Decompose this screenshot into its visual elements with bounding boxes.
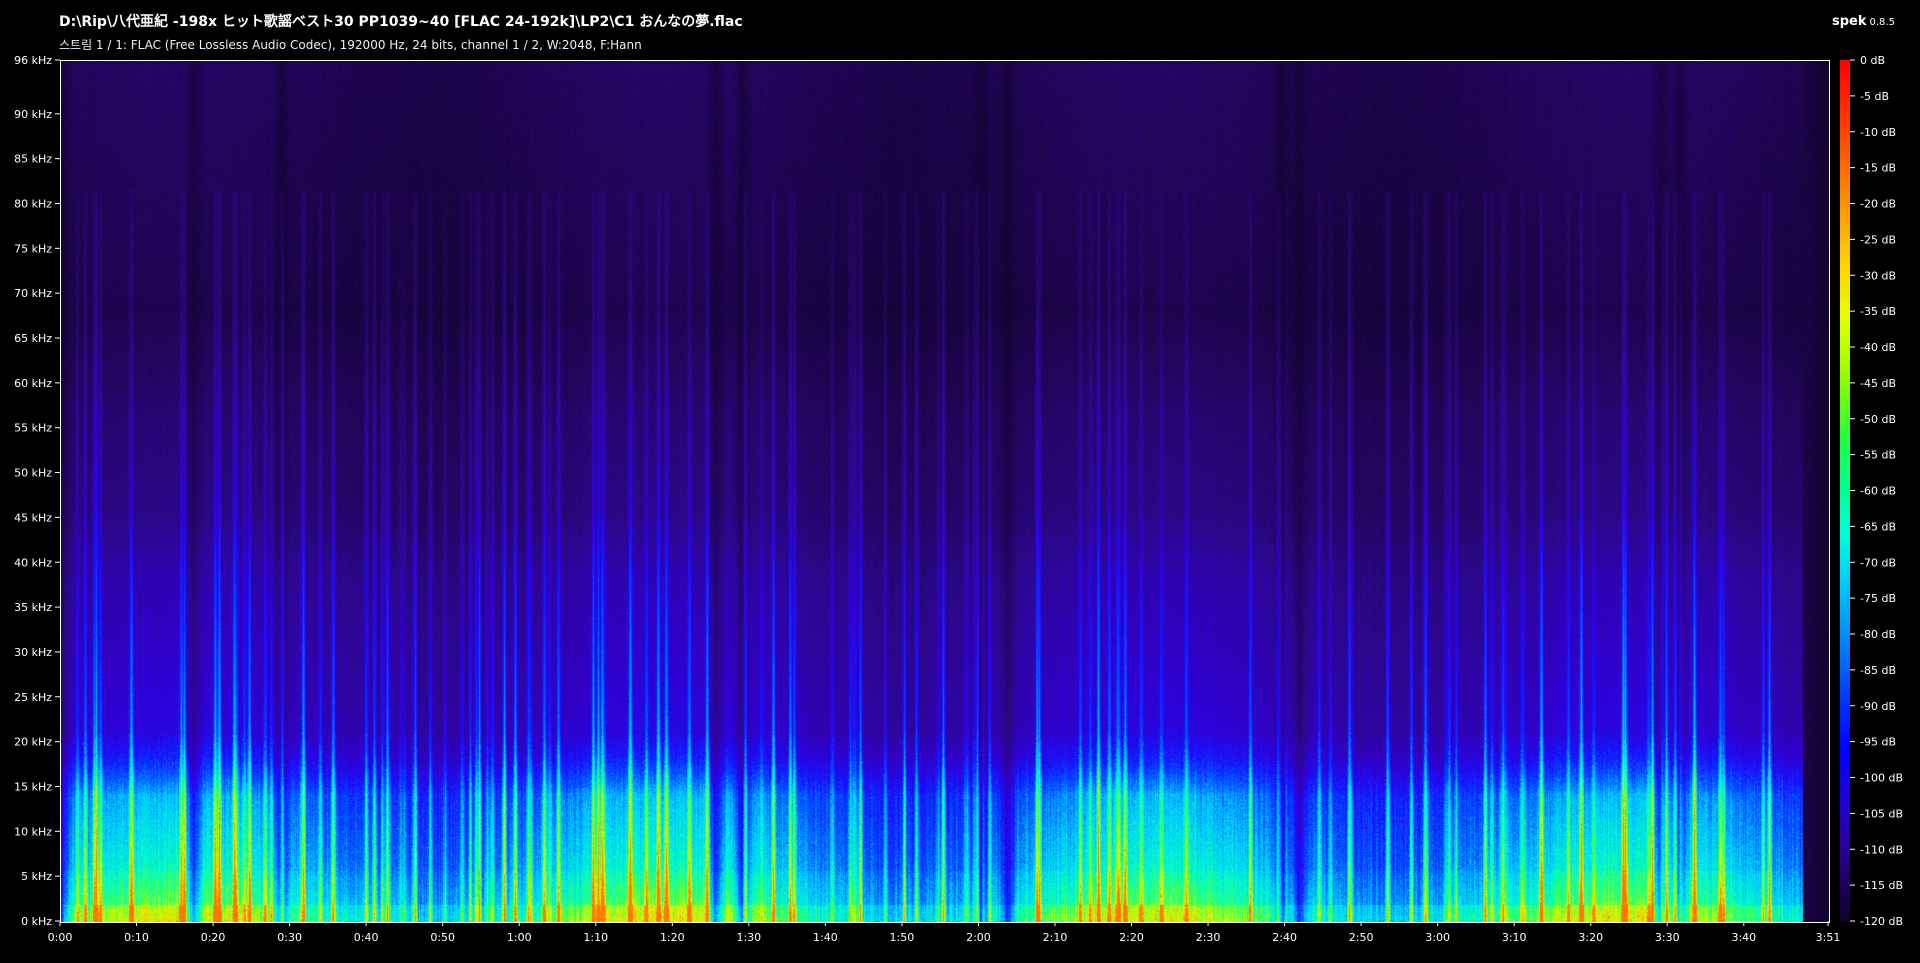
app-version: 0.8.5 bbox=[1869, 17, 1895, 28]
db-tick-label: -40 dB bbox=[1860, 341, 1896, 354]
time-tick-label: 2:30 bbox=[1196, 931, 1221, 944]
db-tick-label: -90 dB bbox=[1860, 700, 1896, 713]
db-tick-label: -5 dB bbox=[1860, 90, 1889, 103]
freq-tick-label: 0 kHz bbox=[21, 915, 52, 928]
time-tick-label: 3:40 bbox=[1731, 931, 1756, 944]
db-tick-label: -30 dB bbox=[1860, 269, 1896, 282]
time-tick-label: 0:50 bbox=[430, 931, 455, 944]
time-tick-label: 0:10 bbox=[124, 931, 149, 944]
time-tick-label: 3:51 bbox=[1816, 931, 1841, 944]
time-tick-label: 3:00 bbox=[1425, 931, 1450, 944]
time-tick-label: 3:10 bbox=[1502, 931, 1527, 944]
db-tick-label: -15 dB bbox=[1860, 162, 1896, 175]
db-color-scale bbox=[1840, 60, 1850, 921]
db-tick-label: -35 dB bbox=[1860, 305, 1896, 318]
time-tick-label: 3:30 bbox=[1655, 931, 1680, 944]
freq-tick-label: 10 kHz bbox=[14, 825, 52, 838]
freq-tick-label: 90 kHz bbox=[14, 108, 52, 121]
time-tick-label: 2:20 bbox=[1119, 931, 1144, 944]
freq-tick-label: 96 kHz bbox=[14, 54, 52, 67]
db-tick-label: -55 dB bbox=[1860, 449, 1896, 462]
db-tick-label: -10 dB bbox=[1860, 126, 1896, 139]
time-tick-label: 2:50 bbox=[1349, 931, 1374, 944]
freq-tick-label: 55 kHz bbox=[14, 422, 52, 435]
stream-info: 스트림 1 / 1: FLAC (Free Lossless Audio Cod… bbox=[59, 38, 642, 52]
time-tick-label: 0:40 bbox=[354, 931, 379, 944]
time-tick-label: 1:30 bbox=[736, 931, 761, 944]
time-tick-label: 2:10 bbox=[1043, 931, 1068, 944]
db-tick-label: -80 dB bbox=[1860, 628, 1896, 641]
time-tick-label: 0:00 bbox=[48, 931, 73, 944]
freq-tick-label: 30 kHz bbox=[14, 646, 52, 659]
db-tick-label: -20 dB bbox=[1860, 198, 1896, 211]
time-tick-label: 1:00 bbox=[507, 931, 532, 944]
time-tick-label: 0:30 bbox=[277, 931, 302, 944]
db-tick-label: -120 dB bbox=[1860, 915, 1903, 928]
db-tick-label: -25 dB bbox=[1860, 233, 1896, 246]
freq-tick-label: 40 kHz bbox=[14, 556, 52, 569]
time-tick-label: 0:20 bbox=[201, 931, 226, 944]
time-tick-label: 1:50 bbox=[890, 931, 915, 944]
db-tick-label: -85 dB bbox=[1860, 664, 1896, 677]
db-tick-label: -95 dB bbox=[1860, 736, 1896, 749]
db-tick-label: -115 dB bbox=[1860, 879, 1903, 892]
time-tick-label: 1:20 bbox=[660, 931, 685, 944]
db-tick-label: -45 dB bbox=[1860, 377, 1896, 390]
freq-tick-label: 25 kHz bbox=[14, 691, 52, 704]
freq-tick-label: 20 kHz bbox=[14, 736, 52, 749]
file-path-title: D:\Rip\八代亜紀 -198x ヒット歌謡ベスト30 PP1039~40 [… bbox=[59, 14, 743, 30]
db-tick-label: -60 dB bbox=[1860, 485, 1896, 498]
freq-tick-label: 85 kHz bbox=[14, 153, 52, 166]
time-tick-label: 2:40 bbox=[1272, 931, 1297, 944]
freq-tick-label: 75 kHz bbox=[14, 242, 52, 255]
time-tick-label: 2:00 bbox=[966, 931, 991, 944]
app-name: spek bbox=[1832, 14, 1867, 29]
time-tick-label: 3:20 bbox=[1578, 931, 1603, 944]
time-tick-label: 1:10 bbox=[583, 931, 608, 944]
db-tick-label: -110 dB bbox=[1860, 843, 1903, 856]
freq-tick-label: 60 kHz bbox=[14, 377, 52, 390]
freq-tick-label: 5 kHz bbox=[21, 870, 52, 883]
db-tick-label: -75 dB bbox=[1860, 592, 1896, 605]
db-tick-label: 0 dB bbox=[1860, 54, 1885, 67]
freq-tick-label: 15 kHz bbox=[14, 780, 52, 793]
freq-tick-label: 70 kHz bbox=[14, 287, 52, 300]
time-tick-label: 1:40 bbox=[813, 931, 838, 944]
db-tick-label: -100 dB bbox=[1860, 772, 1903, 785]
db-tick-label: -105 dB bbox=[1860, 807, 1903, 820]
db-tick-label: -70 dB bbox=[1860, 556, 1896, 569]
freq-tick-label: 35 kHz bbox=[14, 601, 52, 614]
freq-tick-label: 80 kHz bbox=[14, 198, 52, 211]
freq-tick-label: 45 kHz bbox=[14, 511, 52, 524]
db-tick-label: -65 dB bbox=[1860, 520, 1896, 533]
spectrogram-canvas[interactable] bbox=[60, 60, 1830, 923]
freq-tick-label: 50 kHz bbox=[14, 467, 52, 480]
freq-tick-label: 65 kHz bbox=[14, 332, 52, 345]
app-brand: spek 0.8.5 bbox=[1832, 14, 1895, 29]
db-tick-label: -50 dB bbox=[1860, 413, 1896, 426]
